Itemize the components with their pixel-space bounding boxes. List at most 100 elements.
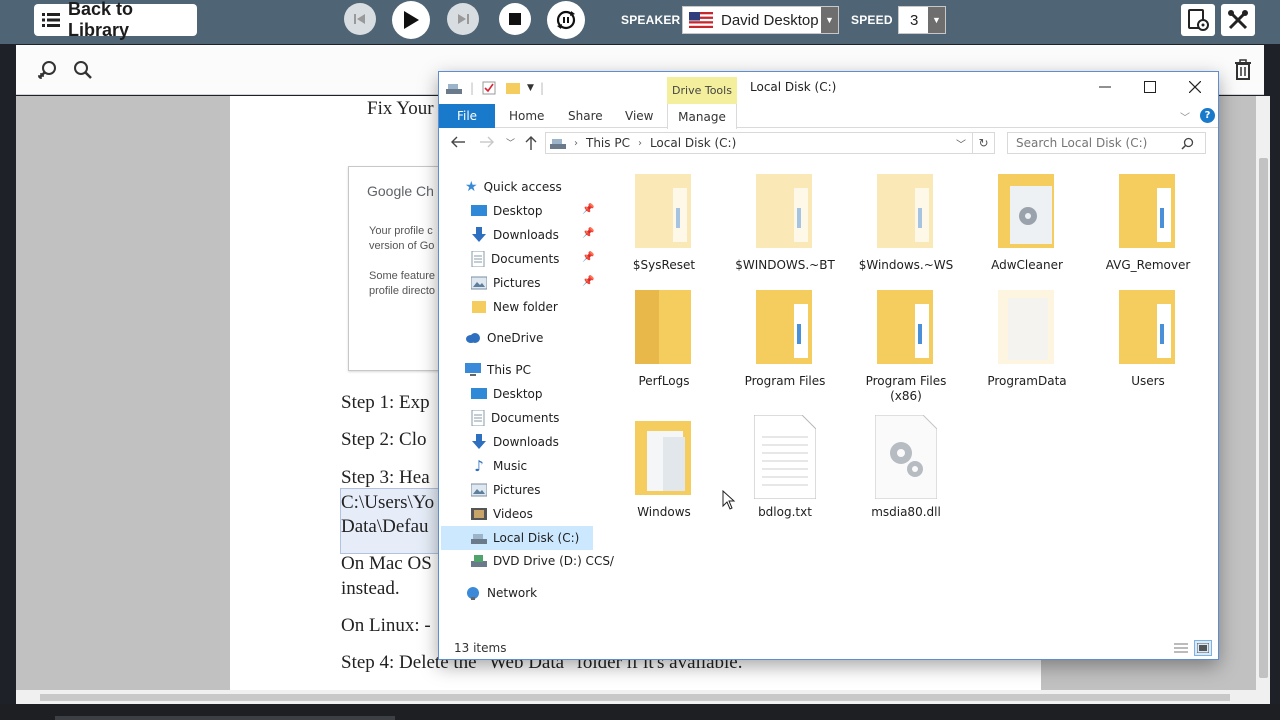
file-item[interactable]: Users [1093, 284, 1203, 389]
maximize-button[interactable] [1127, 72, 1173, 102]
customize-dropdown-icon[interactable]: ▼ [527, 83, 534, 93]
folder-icon [1119, 174, 1175, 248]
music-note-icon: ♪ [474, 457, 484, 475]
recent-locations-icon[interactable]: ﹀ [506, 136, 515, 149]
file-list: $SysReset $WINDOWS.~BT $Windows.~WS AdwC… [609, 168, 1218, 638]
scroll-thumb[interactable] [1259, 158, 1268, 678]
address-bar[interactable]: › This PC › Local Disk (C:) ﹀ ↻ [545, 132, 995, 154]
page-settings-button[interactable] [1181, 4, 1215, 36]
tab-share[interactable]: Share [568, 104, 603, 128]
repeat-icon [556, 10, 576, 30]
address-dropdown-icon[interactable]: ﹀ [956, 136, 972, 151]
nav-qa-pictures[interactable]: Pictures [471, 272, 541, 294]
status-bar: 13 items [439, 637, 1218, 659]
repeat-button[interactable] [547, 1, 585, 39]
file-item[interactable]: msdia80.dll [851, 415, 961, 520]
back-to-library-button[interactable]: Back to Library [34, 0, 197, 40]
speed-select[interactable]: 3 ▼ [898, 6, 946, 34]
file-item[interactable]: Windows [609, 415, 719, 520]
nav-network[interactable]: Network [465, 582, 537, 604]
nav-label: Network [487, 586, 538, 600]
vertical-scrollbar[interactable] [1256, 96, 1270, 690]
speed-value: 3 [910, 11, 919, 29]
nav-quick-access[interactable]: ★ Quick access [465, 176, 562, 198]
nav-onedrive[interactable]: OneDrive [465, 327, 543, 349]
file-item[interactable]: $WINDOWS.~BT [730, 168, 840, 273]
minimize-button[interactable] [1082, 72, 1128, 102]
file-item[interactable]: AVG_Remover [1093, 168, 1203, 273]
nav-pc-videos[interactable]: Videos [471, 503, 533, 525]
nav-pc-music[interactable]: ♪ Music [471, 455, 527, 477]
zoom-in-button[interactable] [34, 57, 60, 83]
large-icons-view-button[interactable] [1194, 640, 1212, 656]
nav-pc-desktop[interactable]: Desktop [471, 383, 543, 405]
scroll-thumb[interactable] [40, 694, 1230, 701]
nav-qa-downloads[interactable]: Downloads [471, 224, 559, 246]
speaker-select[interactable]: David Desktop ▼ [682, 6, 839, 34]
details-view-button[interactable] [1172, 640, 1190, 656]
nav-label: Downloads [493, 435, 559, 449]
tools-icon [1228, 10, 1248, 30]
back-arrow-icon[interactable] [450, 135, 466, 152]
speaker-value: David Desktop [721, 11, 819, 29]
tab-manage[interactable]: Manage [667, 104, 737, 129]
us-flag-icon [689, 12, 713, 28]
file-name: Windows [637, 505, 691, 519]
play-button[interactable] [392, 1, 430, 39]
file-item[interactable]: $Windows.~WS [851, 168, 961, 273]
item-count: 13 items [454, 641, 507, 655]
tools-button[interactable] [1221, 4, 1255, 36]
nav-pc-local-disk[interactable]: Local Disk (C:) [441, 526, 593, 550]
file-item[interactable]: bdlog.txt [730, 415, 840, 520]
navigation-row: ﹀ › This PC › Local Disk (C:) ﹀ ↻ [439, 129, 1218, 159]
file-name: Program Files (x86) [865, 374, 947, 403]
file-name: AVG_Remover [1105, 258, 1191, 272]
file-item[interactable]: AdwCleaner [972, 168, 1082, 273]
card-text: version of Go [369, 240, 435, 252]
forward-arrow-icon[interactable] [479, 135, 495, 152]
stop-button[interactable] [499, 3, 531, 35]
help-icon[interactable]: ? [1200, 108, 1215, 123]
nav-qa-desktop[interactable]: Desktop [471, 200, 543, 222]
horizontal-scrollbar[interactable] [16, 690, 1270, 704]
tab-home[interactable]: Home [509, 104, 544, 128]
nav-pc-dvd-drive[interactable]: DVD Drive (D:) CCS/ [471, 550, 614, 572]
file-item[interactable]: Program Files [730, 284, 840, 389]
pin-icon[interactable]: 📌 [582, 204, 594, 215]
delete-button[interactable] [1230, 57, 1256, 83]
refresh-icon[interactable]: ↻ [972, 133, 994, 153]
skip-forward-button[interactable] [447, 3, 479, 35]
nav-qa-documents[interactable]: Documents [471, 248, 559, 270]
breadcrumb-this-pc[interactable]: This PC [586, 136, 630, 150]
nav-qa-new-folder[interactable]: New folder [471, 296, 558, 318]
breadcrumb-local-disk[interactable]: Local Disk (C:) [650, 136, 736, 150]
search-input[interactable] [1016, 136, 1181, 150]
star-icon: ★ [465, 179, 478, 195]
nav-pc-pictures[interactable]: Pictures [471, 479, 541, 501]
nav-this-pc[interactable]: This PC [465, 359, 531, 381]
skip-back-button[interactable] [344, 3, 376, 35]
file-item[interactable]: ProgramData [972, 284, 1082, 389]
card-text: Some feature [369, 270, 436, 282]
up-arrow-icon[interactable] [524, 135, 538, 154]
search-box[interactable] [1007, 132, 1206, 154]
pin-icon[interactable]: 📌 [582, 228, 594, 239]
tab-file[interactable]: File [439, 104, 495, 128]
tab-view[interactable]: View [625, 104, 653, 128]
list-icon [42, 13, 60, 27]
nav-pc-documents[interactable]: Documents [471, 407, 559, 429]
pin-icon[interactable]: 📌 [582, 276, 594, 287]
pin-icon[interactable]: 📌 [582, 252, 594, 263]
properties-icon[interactable] [482, 81, 496, 95]
new-folder-icon[interactable] [505, 81, 521, 95]
skip-back-icon [354, 14, 365, 24]
zoom-out-button[interactable] [70, 57, 96, 83]
close-button[interactable] [1172, 72, 1218, 102]
expand-ribbon-icon[interactable]: ﹀ [1180, 109, 1190, 124]
file-item[interactable]: PerfLogs [609, 284, 719, 389]
file-item[interactable]: $SysReset [609, 168, 719, 273]
nav-label: Pictures [493, 483, 541, 497]
nav-pc-downloads[interactable]: Downloads [471, 431, 559, 453]
file-item[interactable]: Program Files (x86) [851, 284, 961, 404]
folder-icon [756, 290, 812, 364]
